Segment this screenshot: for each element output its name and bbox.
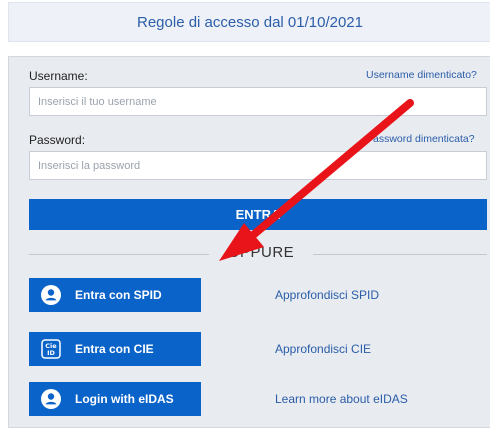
password-forgot-link[interactable]: Password dimenticata? [366, 133, 475, 145]
eidas-learn-more-link[interactable]: Learn more about eIDAS [275, 392, 408, 406]
cie-login-label: Entra con CIE [75, 342, 154, 356]
password-label: Password: [29, 133, 86, 147]
svg-text:ID: ID [47, 349, 55, 357]
enter-button[interactable]: ENTRA [29, 199, 487, 230]
separator-text: OPPURE [227, 244, 295, 261]
eidas-login-button[interactable]: Login with eIDAS [29, 382, 201, 416]
access-rules-text[interactable]: Regole di accesso dal 01/10/2021 [137, 14, 363, 31]
user-icon [41, 389, 61, 409]
password-input[interactable] [29, 151, 487, 180]
cie-id-icon: Cie ID [41, 339, 61, 359]
access-rules-banner[interactable]: Regole di accesso dal 01/10/2021 [8, 2, 490, 42]
spid-login-label: Entra con SPID [75, 288, 162, 302]
separator-line-left [29, 254, 209, 255]
username-input[interactable] [29, 87, 487, 116]
separator-line-right [313, 254, 487, 255]
username-label: Username: [29, 69, 88, 83]
spid-login-button[interactable]: Entra con SPID [29, 278, 201, 312]
spid-learn-more-link[interactable]: Approfondisci SPID [275, 288, 379, 302]
cie-login-button[interactable]: Cie ID Entra con CIE [29, 332, 201, 366]
enter-button-label: ENTRA [235, 207, 281, 222]
eidas-login-label: Login with eIDAS [75, 392, 174, 406]
login-panel: Username: Username dimenticato? Password… [8, 56, 490, 428]
user-icon [41, 285, 61, 305]
username-forgot-link[interactable]: Username dimenticato? [366, 69, 477, 81]
cie-learn-more-link[interactable]: Approfondisci CIE [275, 342, 371, 356]
